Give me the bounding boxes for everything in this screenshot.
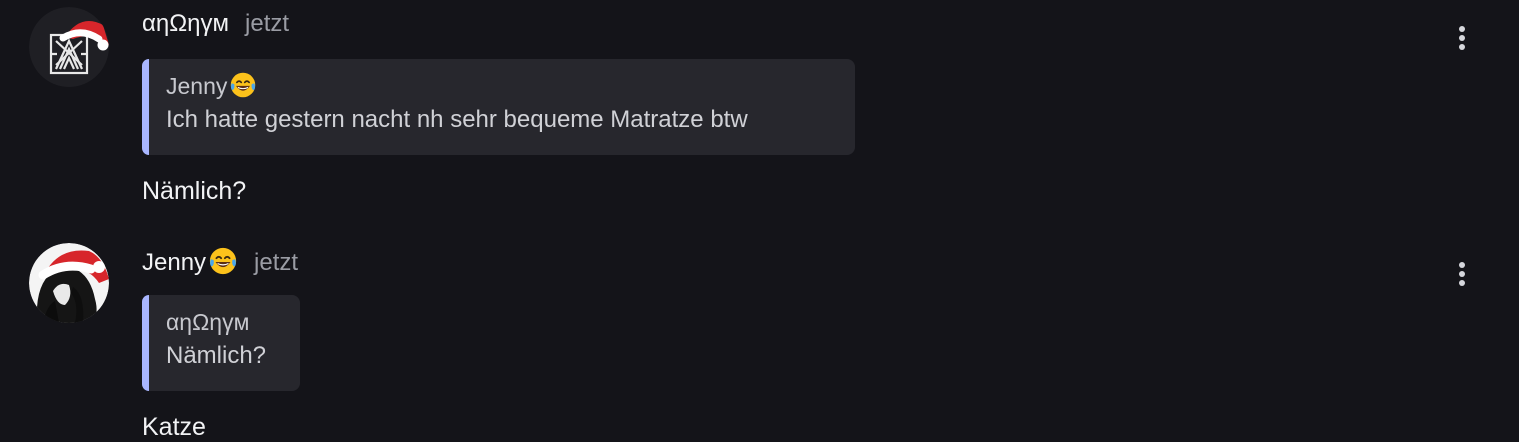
- timestamp: jetzt: [245, 10, 290, 37]
- quote-text: Nämlich?: [166, 342, 267, 369]
- username[interactable]: αηΩηγм: [142, 10, 229, 38]
- dot: [1459, 35, 1465, 41]
- message-text: Katze: [142, 413, 206, 441]
- username[interactable]: Jenny: [142, 246, 238, 277]
- dot: [1459, 44, 1465, 50]
- quote-text: Ich hatte gestern nacht nh sehr bequeme …: [166, 106, 748, 133]
- face-with-tears-of-joy-icon: [208, 246, 238, 276]
- quote-author: αηΩηγм: [166, 309, 250, 335]
- avatar-anonym[interactable]: [29, 7, 109, 87]
- reply-quote[interactable]: Jenny Ich hatte gestern nacht nh sehr be…: [142, 59, 855, 155]
- message-text: Nämlich?: [142, 177, 247, 205]
- message-header: αηΩηγм jetzt: [142, 10, 289, 38]
- dot: [1459, 280, 1465, 286]
- dot: [1459, 262, 1465, 268]
- maze-logo-with-santa-hat-icon: [29, 7, 109, 87]
- username-text: Jenny: [142, 249, 207, 276]
- message-options-button[interactable]: [1450, 22, 1474, 54]
- dot: [1459, 26, 1465, 32]
- message-header: Jenny jetzt: [142, 246, 298, 277]
- quote-author-name: Jenny: [166, 73, 228, 99]
- reply-quote[interactable]: αηΩηγм Nämlich?: [142, 295, 300, 391]
- timestamp: jetzt: [254, 249, 299, 276]
- face-with-tears-of-joy-icon: [229, 71, 257, 99]
- anime-girl-with-santa-hat-icon: [29, 243, 109, 323]
- dot: [1459, 271, 1465, 277]
- avatar-jenny[interactable]: [29, 243, 109, 323]
- message-options-button[interactable]: [1450, 258, 1474, 290]
- quote-author: Jenny: [166, 70, 831, 102]
